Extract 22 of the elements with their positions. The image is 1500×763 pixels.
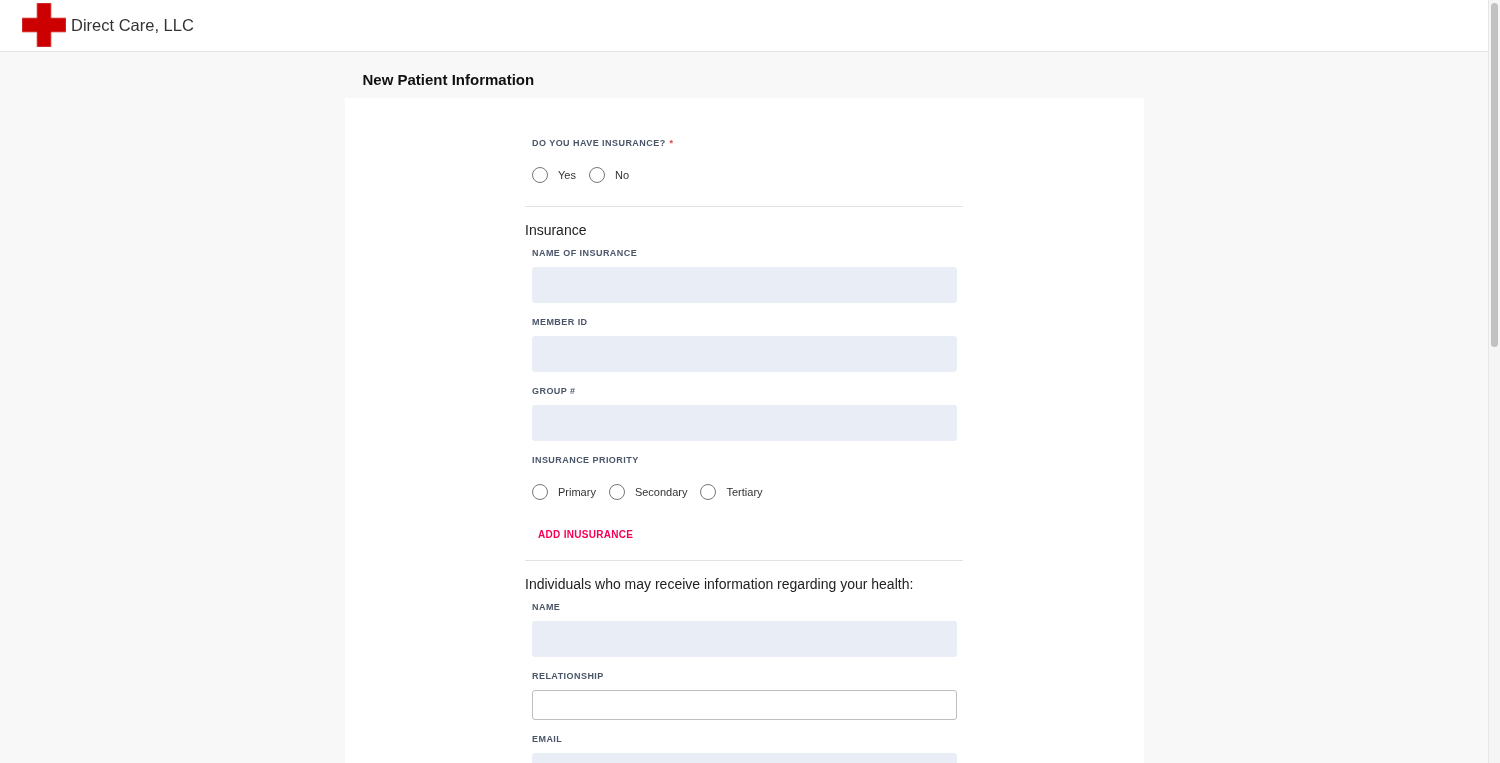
field-label: RELATIONSHIP — [532, 671, 605, 682]
field-label: EMAIL — [532, 734, 564, 745]
option-label: Primary — [558, 485, 596, 499]
section-heading: Individuals who may receive information regarding your health: — [525, 575, 915, 594]
option-label: No — [614, 168, 629, 182]
field-label: MEMBER ID — [532, 317, 589, 328]
required-mark: * — [669, 138, 674, 149]
field-label: INSURANCE PRIORITY — [532, 455, 639, 466]
option-label: Yes — [558, 168, 576, 182]
section-heading: Insurance — [525, 221, 588, 240]
scrollbar-thumb[interactable] — [1491, 3, 1498, 347]
field-label: GROUP # — [532, 386, 577, 397]
input-field[interactable] — [532, 690, 957, 720]
cross-icon — [22, 3, 66, 47]
company-name: Direct Care, LLC — [71, 15, 194, 35]
option-label: Secondary — [634, 485, 688, 499]
add-insurance-button[interactable]: ADD INUSURANCE — [532, 521, 640, 549]
field-label: NAME OF INSURANCE — [532, 248, 639, 259]
field-label: NAME — [532, 602, 562, 613]
page-title: New Patient Information — [362, 71, 535, 89]
field-label: DO YOU HAVE INSURANCE? — [532, 138, 666, 149]
option-label: Tertiary — [726, 485, 763, 499]
